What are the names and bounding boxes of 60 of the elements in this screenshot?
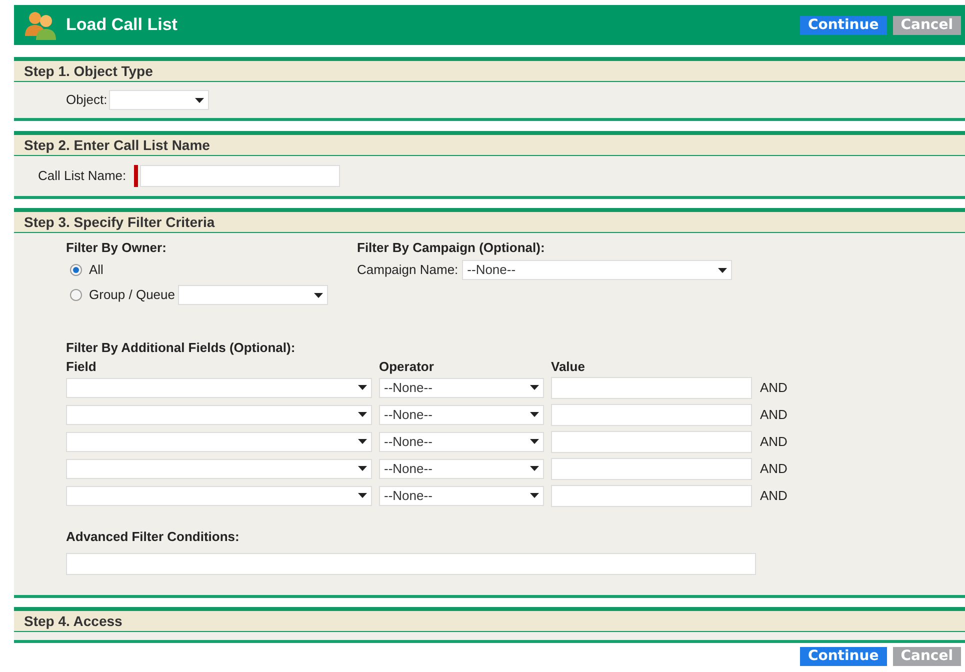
call-list-name-field[interactable] [140, 165, 340, 187]
field-select[interactable] [66, 486, 372, 506]
field-select[interactable] [66, 432, 372, 452]
group-queue-select[interactable] [178, 285, 328, 305]
owner-filter-heading: Filter By Owner: [65, 239, 168, 257]
operator-select[interactable]: --None-- [379, 404, 544, 424]
value-field[interactable] [551, 430, 752, 452]
advanced-filter-field[interactable] [66, 552, 756, 574]
and-label: AND [760, 378, 788, 397]
advanced-filter-label: Advanced Filter Conditions: [65, 528, 240, 546]
campaign-name-label: Campaign Name: [357, 261, 458, 280]
and-label: AND [760, 460, 788, 478]
step-header: Step 4. Access [14, 611, 965, 632]
additional-fields-heading: Filter By Additional Fields (Optional): [65, 338, 296, 357]
field-select[interactable] [66, 458, 372, 478]
radio-label: Group / Queue [89, 286, 175, 304]
operator-select[interactable]: --None-- [379, 486, 544, 506]
column-header: Value [551, 358, 585, 374]
dropdown-caret-icon [358, 385, 367, 390]
dropdown-caret-icon [530, 412, 539, 417]
value-field[interactable] [551, 376, 752, 398]
dropdown-caret-icon [718, 268, 728, 272]
and-label: AND [760, 486, 788, 505]
dropdown-caret-icon [358, 466, 367, 471]
radio-button[interactable] [70, 264, 82, 276]
radio-button[interactable] [70, 289, 82, 301]
dropdown-caret-icon [195, 98, 204, 102]
field-select[interactable] [66, 404, 372, 424]
field-select[interactable] [66, 378, 372, 398]
step-header: Step 3. Specify Filter Criteria [14, 212, 965, 233]
continue-button[interactable]: Continue [800, 647, 887, 666]
campaign-filter-heading: Filter By Campaign (Optional): [357, 239, 546, 257]
dropdown-caret-icon [530, 493, 539, 498]
column-header: Field [66, 358, 98, 374]
operator-select[interactable]: --None-- [379, 458, 544, 478]
dropdown-caret-icon [358, 412, 367, 417]
operator-select[interactable]: --None-- [379, 378, 544, 398]
value-field[interactable] [551, 458, 752, 480]
radio-label: All [89, 261, 104, 280]
value-field[interactable] [551, 484, 752, 506]
dropdown-caret-icon [358, 493, 367, 498]
people-icon [24, 10, 58, 40]
step-header: Step 1. Object Type [14, 61, 965, 82]
operator-select[interactable]: --None-- [379, 432, 544, 452]
dropdown-caret-icon [530, 385, 539, 390]
call-list-name-label: Call List Name: [38, 167, 126, 186]
column-header: Operator [379, 358, 435, 374]
dropdown-caret-icon [530, 466, 539, 471]
dropdown-caret-icon [530, 439, 539, 444]
dropdown-caret-icon [314, 292, 323, 298]
and-label: AND [760, 432, 788, 451]
object-select[interactable] [109, 90, 210, 110]
object-label: Object: [66, 91, 108, 110]
step-header: Step 2. Enter Call List Name [14, 135, 965, 156]
dropdown-caret-icon [358, 439, 367, 444]
and-label: AND [760, 406, 788, 424]
page-title: Load Call List [66, 14, 178, 36]
continue-button[interactable]: Continue [800, 16, 887, 34]
campaign-name-select[interactable]: --None-- [462, 260, 732, 280]
value-field[interactable] [551, 404, 752, 426]
